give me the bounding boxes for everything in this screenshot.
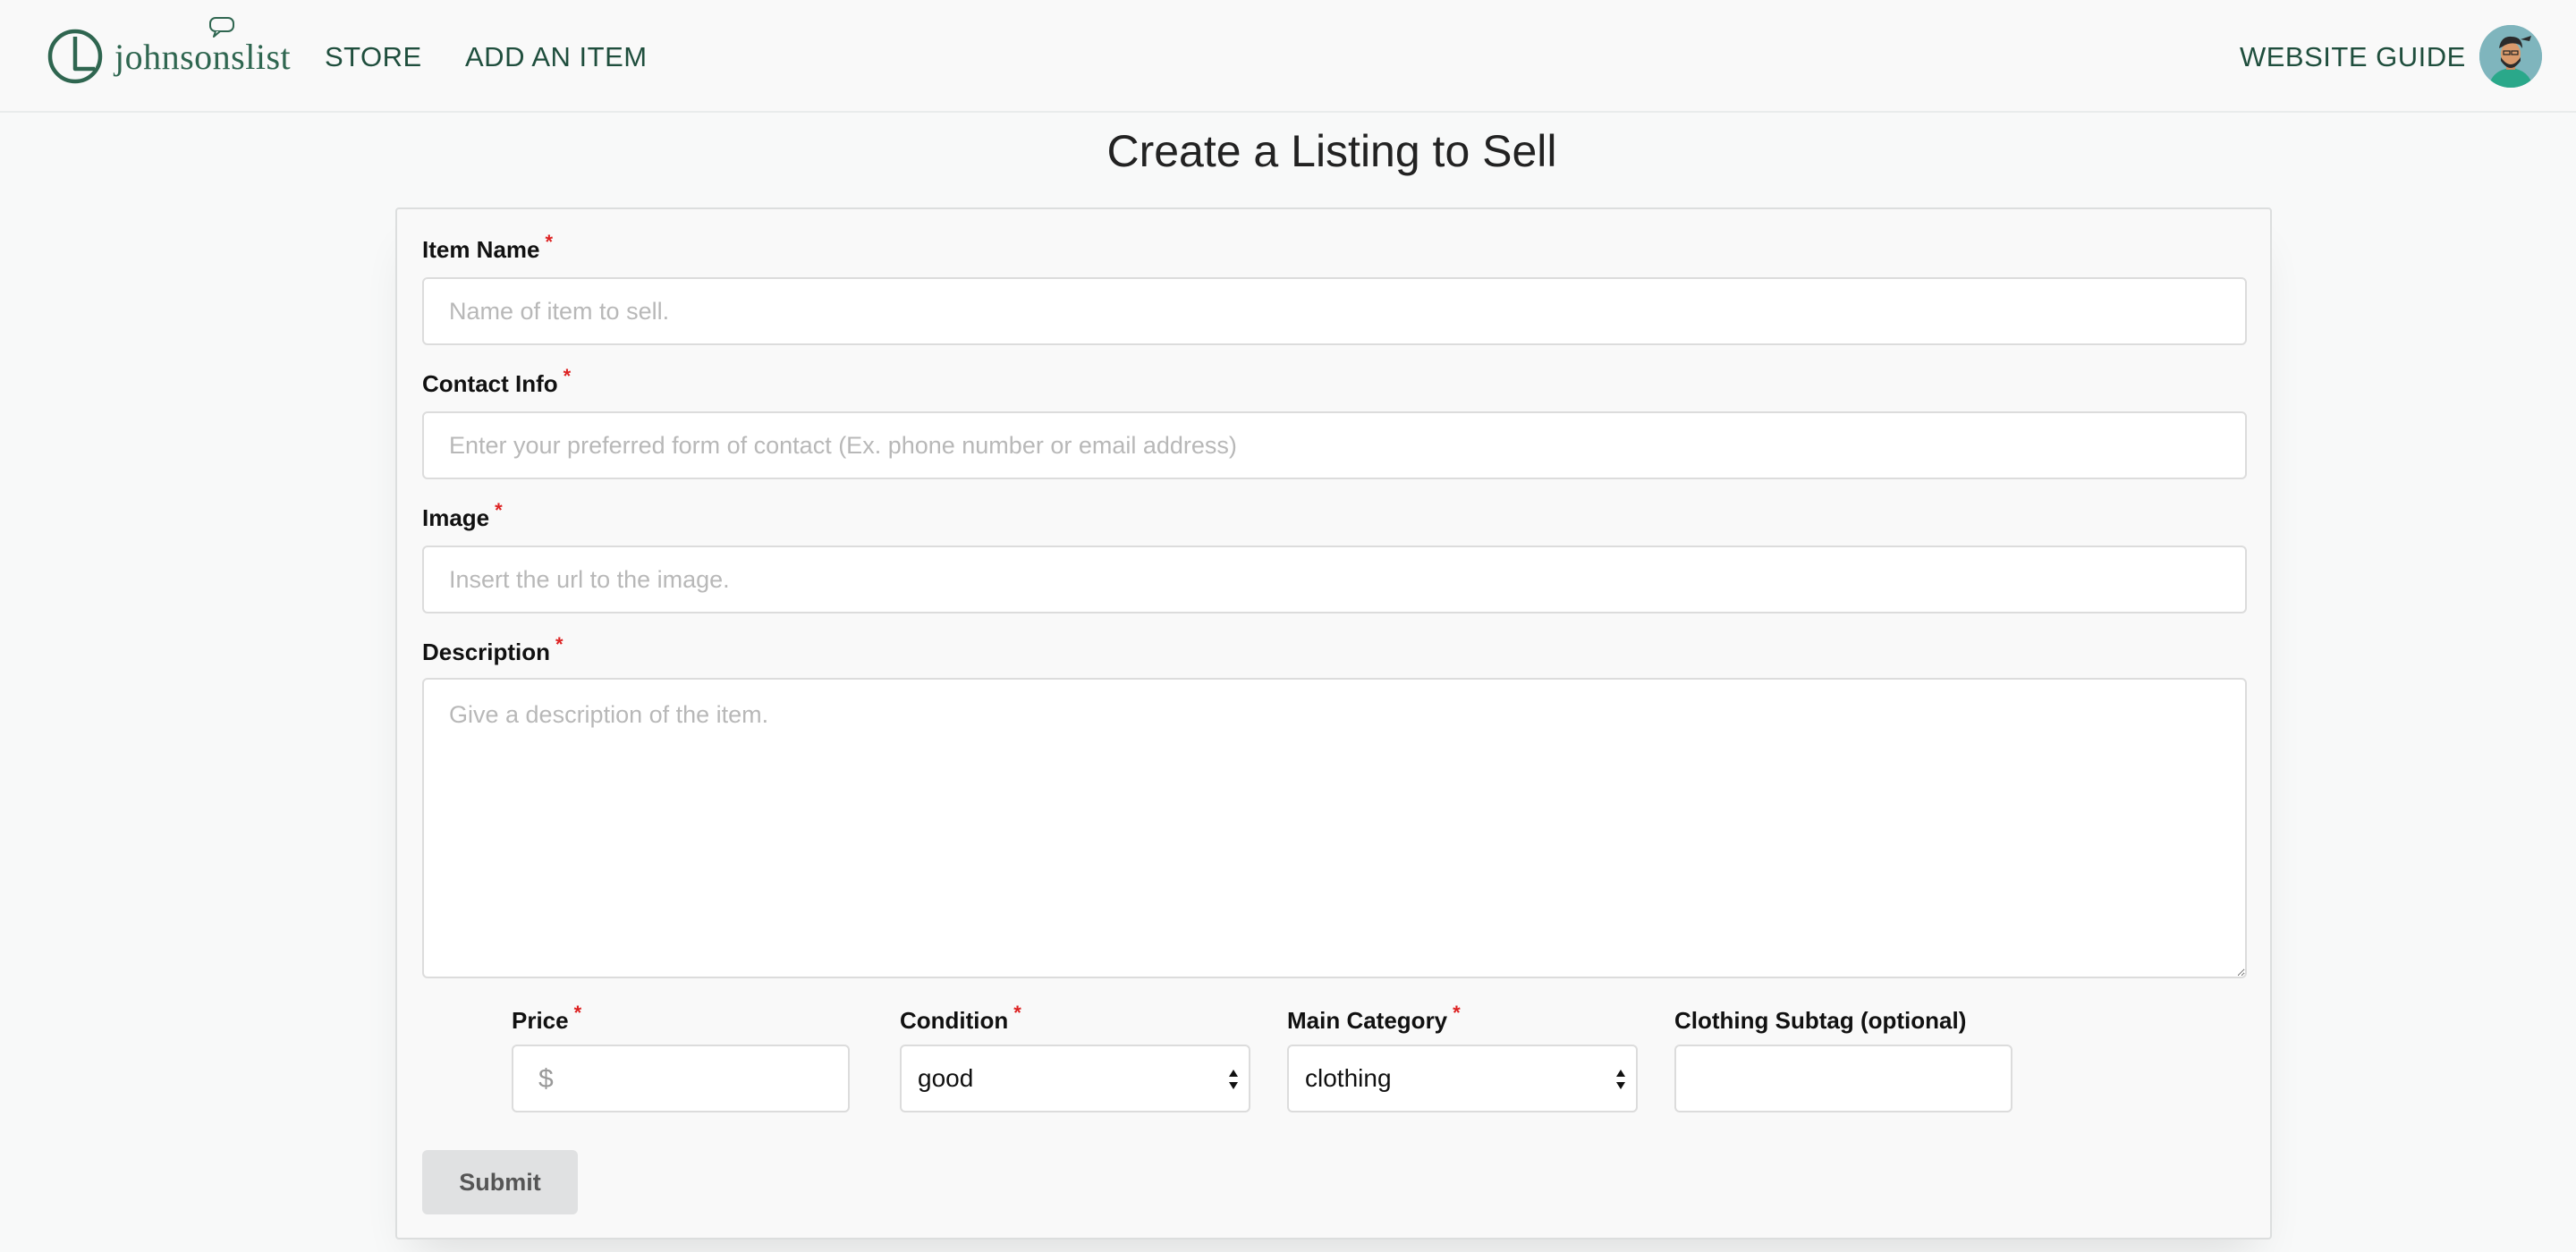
nav-store-link[interactable]: STORE xyxy=(325,41,422,73)
required-marker: * xyxy=(545,231,554,253)
price-input[interactable]: $ xyxy=(512,1045,850,1112)
image-label: Image * xyxy=(422,499,503,531)
required-marker: * xyxy=(555,633,564,656)
condition-label: Condition * xyxy=(900,1002,1021,1034)
item-name-label: Item Name * xyxy=(422,231,554,263)
select-arrows-icon xyxy=(1616,1070,1625,1089)
image-url-input[interactable] xyxy=(422,546,2247,613)
condition-selected-value: good xyxy=(918,1064,974,1092)
condition-select[interactable]: good xyxy=(900,1045,1250,1112)
speech-bubble-icon xyxy=(209,16,234,38)
required-marker: * xyxy=(1013,1002,1021,1024)
category-selected-value: clothing xyxy=(1305,1064,1392,1092)
nav-add-item-link[interactable]: ADD AN ITEM xyxy=(465,41,648,73)
main-category-label: Main Category * xyxy=(1287,1002,1461,1034)
listing-form: Item Name* Contact Info* Image* Descript… xyxy=(395,207,2272,1239)
navbar: johnsonslist STORE ADD AN ITEM WEBSITE G… xyxy=(0,0,2576,113)
dollar-sign-icon: $ xyxy=(538,1064,554,1094)
avatar-illustration xyxy=(2479,25,2542,88)
nav-website-guide-link[interactable]: WEBSITE GUIDE xyxy=(2240,41,2466,73)
description-label: Description * xyxy=(422,633,564,665)
select-arrows-icon xyxy=(1229,1070,1238,1089)
required-marker: * xyxy=(573,1002,582,1024)
clothing-subtag-input[interactable] xyxy=(1674,1045,2012,1112)
item-name-input[interactable] xyxy=(422,277,2247,345)
required-marker: * xyxy=(495,499,503,521)
contact-info-label: Contact Info * xyxy=(422,365,572,397)
user-avatar[interactable] xyxy=(2479,25,2542,88)
brand-logo[interactable]: johnsonslist xyxy=(47,16,291,88)
main-category-select[interactable]: clothing xyxy=(1287,1045,1638,1112)
clothing-subtag-label: Clothing Subtag (optional) xyxy=(1674,1007,1967,1034)
submit-button[interactable]: Submit xyxy=(422,1150,578,1214)
required-marker: * xyxy=(1453,1002,1461,1024)
page-title: Create a Listing to Sell xyxy=(1106,126,1557,176)
required-marker: * xyxy=(563,365,572,387)
price-label: Price * xyxy=(512,1002,582,1034)
description-textarea[interactable] xyxy=(422,678,2247,978)
brand-name: johnsonslist xyxy=(114,16,291,78)
johnsonslist-logo-icon xyxy=(47,29,103,84)
contact-info-input[interactable] xyxy=(422,411,2247,479)
